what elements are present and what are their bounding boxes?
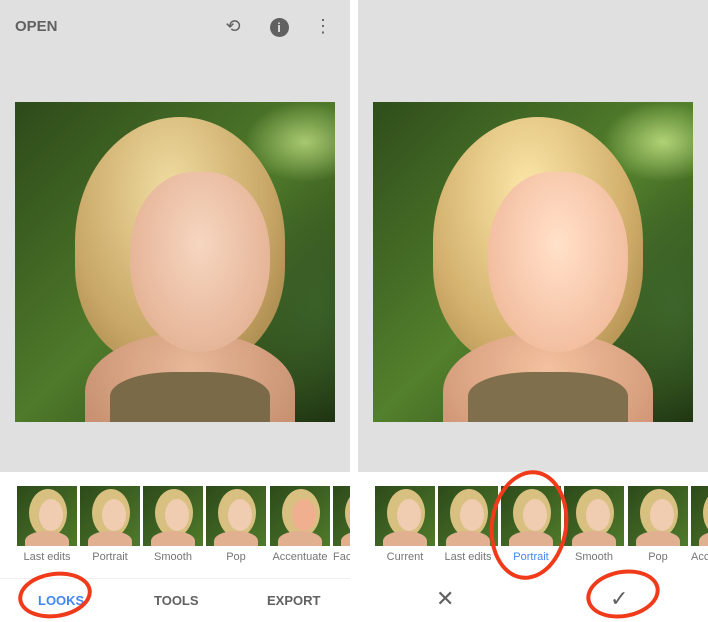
- look-thumb[interactable]: [628, 486, 688, 546]
- look-thumb[interactable]: [17, 486, 77, 546]
- look-thumb[interactable]: [270, 486, 330, 546]
- look-label[interactable]: Last edits: [15, 551, 79, 563]
- look-label[interactable]: Portrait: [78, 551, 142, 563]
- tab-export[interactable]: EXPORT: [267, 593, 320, 608]
- look-label[interactable]: Smooth: [562, 551, 626, 563]
- right-screen: Current Last edits Portrait Smooth Pop A…: [358, 0, 708, 622]
- top-toolbar: OPEN ⟲ i ⋮: [0, 0, 350, 52]
- look-thumb[interactable]: [80, 486, 140, 546]
- look-thumb[interactable]: [143, 486, 203, 546]
- layers-undo-icon[interactable]: ⟲: [221, 14, 245, 38]
- look-label[interactable]: Pop: [204, 551, 268, 563]
- open-button[interactable]: OPEN: [15, 18, 58, 35]
- look-label[interactable]: Faces: [333, 551, 350, 563]
- photo-preview: [373, 102, 693, 422]
- annotation-circle: [482, 465, 576, 585]
- look-thumb[interactable]: [375, 486, 435, 546]
- left-screen: OPEN ⟲ i ⋮ Last edits Portrait Smooth Po…: [0, 0, 350, 622]
- image-canvas: OPEN ⟲ i ⋮: [0, 0, 350, 472]
- photo: [15, 102, 335, 422]
- look-label[interactable]: Accentuate: [268, 551, 332, 563]
- divider: [350, 0, 358, 622]
- look-label[interactable]: Pop: [626, 551, 690, 563]
- look-label[interactable]: Current: [373, 551, 437, 563]
- look-thumb[interactable]: [206, 486, 266, 546]
- tab-tools[interactable]: TOOLS: [154, 593, 199, 608]
- look-thumb[interactable]: [691, 486, 708, 546]
- look-label[interactable]: Smooth: [141, 551, 205, 563]
- looks-strip: Last edits Portrait Smooth Pop Accentuat…: [0, 486, 350, 566]
- look-thumb[interactable]: [333, 486, 350, 546]
- more-vert-icon[interactable]: ⋮: [311, 14, 335, 38]
- look-label[interactable]: Accentuate: [691, 551, 708, 563]
- image-canvas: [358, 0, 708, 472]
- look-label[interactable]: Last edits: [436, 551, 500, 563]
- info-icon[interactable]: i: [267, 14, 291, 38]
- close-icon[interactable]: ✕: [436, 586, 454, 612]
- look-thumb[interactable]: [564, 486, 624, 546]
